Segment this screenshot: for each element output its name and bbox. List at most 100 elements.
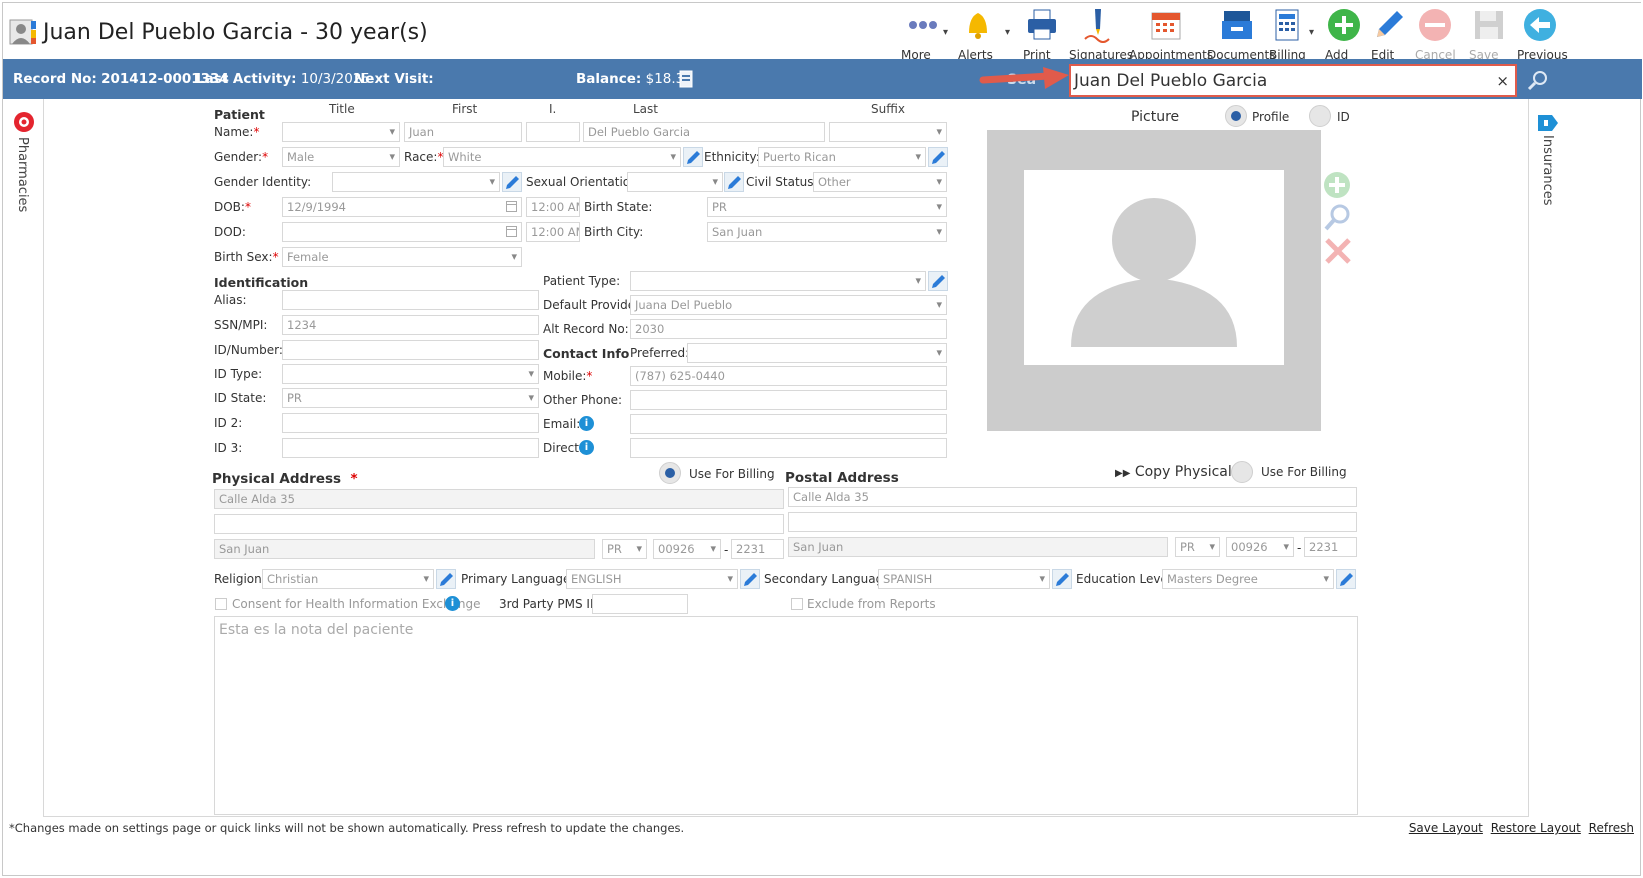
patient-type-select[interactable] (630, 271, 926, 291)
birth-city-select[interactable]: San Juan (707, 222, 947, 242)
dob-input[interactable]: 12/9/1994 (282, 197, 522, 217)
alias-input[interactable] (282, 290, 539, 310)
title-select[interactable] (282, 122, 400, 142)
suffix-select[interactable] (829, 122, 947, 142)
birth-sex-select[interactable]: Female (282, 247, 522, 267)
dob-time-input[interactable]: 12:00 AM (526, 197, 580, 217)
direct-input[interactable] (630, 438, 947, 458)
religion-edit-button[interactable] (436, 569, 456, 589)
idtype-select[interactable] (282, 364, 539, 384)
billing-dropdown-icon[interactable]: ▾ (1309, 27, 1314, 38)
physical-zip-select[interactable]: 00926 (653, 539, 721, 559)
id-radio[interactable] (1309, 105, 1331, 127)
gender-select[interactable]: Male (282, 147, 400, 167)
secondary-language-select[interactable]: SPANISH (878, 569, 1050, 589)
physical-zip4-input[interactable]: 2231 (731, 539, 784, 559)
id2-input[interactable] (282, 413, 539, 433)
postal-zip-select[interactable]: 00926 (1226, 537, 1294, 557)
signatures-button[interactable]: Signatures (1069, 7, 1133, 62)
save-layout-link[interactable]: Save Layout (1409, 821, 1483, 835)
postal-city-input[interactable]: San Juan (788, 537, 1168, 557)
exclude-reports-checkbox[interactable] (791, 598, 803, 610)
edit-button[interactable]: Edit (1371, 7, 1407, 62)
education-level-edit-button[interactable] (1336, 569, 1356, 589)
refresh-link[interactable]: Refresh (1589, 821, 1634, 835)
religion-select[interactable]: Christian (262, 569, 434, 589)
birth-state-select[interactable]: PR (707, 197, 947, 217)
col-last: Last (633, 102, 658, 116)
documents-button[interactable]: Documents (1207, 7, 1275, 62)
alt-record-input[interactable]: 2030 (630, 319, 947, 339)
insurances-tab[interactable]: Insurances (1535, 109, 1563, 219)
first-name-input[interactable]: Juan (404, 122, 522, 142)
primary-language-select[interactable]: ENGLISH (566, 569, 738, 589)
gender-identity-edit-button[interactable] (502, 172, 522, 192)
secondary-language-edit-button[interactable] (1052, 569, 1072, 589)
email-input[interactable] (630, 414, 947, 434)
consent-info-icon[interactable]: i (445, 596, 460, 611)
dod-input[interactable] (282, 222, 522, 242)
default-provider-select[interactable]: Juana Del Pueblo (630, 295, 947, 315)
alerts-dropdown-icon[interactable]: ▾ (1005, 27, 1010, 38)
calendar-icon[interactable] (506, 226, 517, 237)
ssn-input[interactable]: 1234 (282, 315, 539, 335)
ethnicity-edit-button[interactable] (928, 147, 948, 167)
delete-picture-icon[interactable] (1323, 236, 1353, 266)
more-dropdown-icon[interactable]: ▾ (943, 27, 948, 38)
balance-receipt-icon[interactable] (678, 70, 694, 88)
id3-input[interactable] (282, 438, 539, 458)
alerts-button[interactable]: Alerts (958, 7, 998, 62)
education-level-select[interactable]: Masters Degree (1162, 569, 1334, 589)
idnumber-input[interactable] (282, 340, 539, 360)
profile-radio[interactable] (1225, 105, 1247, 127)
civil-status-select[interactable]: Other (813, 172, 947, 192)
sexual-orientation-edit-button[interactable] (724, 172, 744, 192)
pharmacies-tab[interactable]: Pharmacies (9, 109, 37, 219)
copy-physical-button[interactable]: ▶▶ Copy Physical (1115, 464, 1232, 480)
physical-state-select[interactable]: PR (602, 539, 647, 559)
add-button[interactable]: Add (1325, 7, 1363, 62)
patient-type-edit-button[interactable] (928, 271, 948, 291)
race-edit-button[interactable] (683, 147, 703, 167)
sexual-orientation-select[interactable] (627, 172, 723, 192)
last-name-input[interactable]: Del Pueblo Garcia (583, 122, 825, 142)
patient-notes-textarea[interactable]: Esta es la nota del paciente (214, 616, 1358, 815)
zoom-picture-icon[interactable] (1323, 202, 1353, 232)
calendar-icon[interactable] (506, 201, 517, 212)
email-info-icon[interactable]: i (579, 416, 594, 431)
physical-line2-input[interactable] (214, 514, 784, 534)
billing-button[interactable]: Billing (1269, 7, 1307, 62)
physical-line1-input[interactable]: Calle Alda 35 (214, 489, 784, 509)
middle-initial-input[interactable] (526, 122, 580, 142)
direct-info-icon[interactable]: i (579, 440, 594, 455)
physical-city-input[interactable]: San Juan (214, 539, 595, 559)
primary-language-edit-button[interactable] (740, 569, 760, 589)
race-select[interactable]: White (443, 147, 681, 167)
search-icon[interactable] (1527, 69, 1549, 91)
save-button[interactable]: Save (1469, 7, 1509, 62)
other-phone-input[interactable] (630, 390, 947, 410)
more-button[interactable]: More (901, 7, 945, 62)
appointments-button[interactable]: Appointments (1129, 7, 1213, 62)
postal-use-for-billing-radio[interactable] (1231, 461, 1253, 483)
postal-line1-input[interactable]: Calle Alda 35 (788, 487, 1357, 507)
postal-state-select[interactable]: PR (1175, 537, 1220, 557)
idstate-select[interactable]: PR (282, 388, 539, 408)
gender-identity-select[interactable] (332, 172, 500, 192)
restore-layout-link[interactable]: Restore Layout (1491, 821, 1581, 835)
third-party-input[interactable] (592, 594, 688, 614)
postal-zip4-input[interactable]: 2231 (1304, 537, 1357, 557)
ethnicity-select[interactable]: Puerto Rican (758, 147, 926, 167)
postal-line2-input[interactable] (788, 512, 1357, 532)
add-picture-icon[interactable] (1323, 171, 1351, 199)
dod-time-input[interactable]: 12:00 AM (526, 222, 580, 242)
print-button[interactable]: Print (1023, 7, 1061, 62)
preferred-select[interactable] (687, 343, 947, 363)
clear-search-icon[interactable]: × (1496, 72, 1509, 90)
mobile-input[interactable]: (787) 625-0440 (630, 366, 947, 386)
previous-button[interactable]: Previous (1517, 7, 1568, 62)
consent-checkbox[interactable] (215, 598, 227, 610)
cancel-button[interactable]: Cancel (1415, 7, 1456, 62)
physical-use-for-billing-radio[interactable] (659, 462, 681, 484)
patient-search-input[interactable]: Juan Del Pueblo Garcia × (1069, 64, 1517, 97)
